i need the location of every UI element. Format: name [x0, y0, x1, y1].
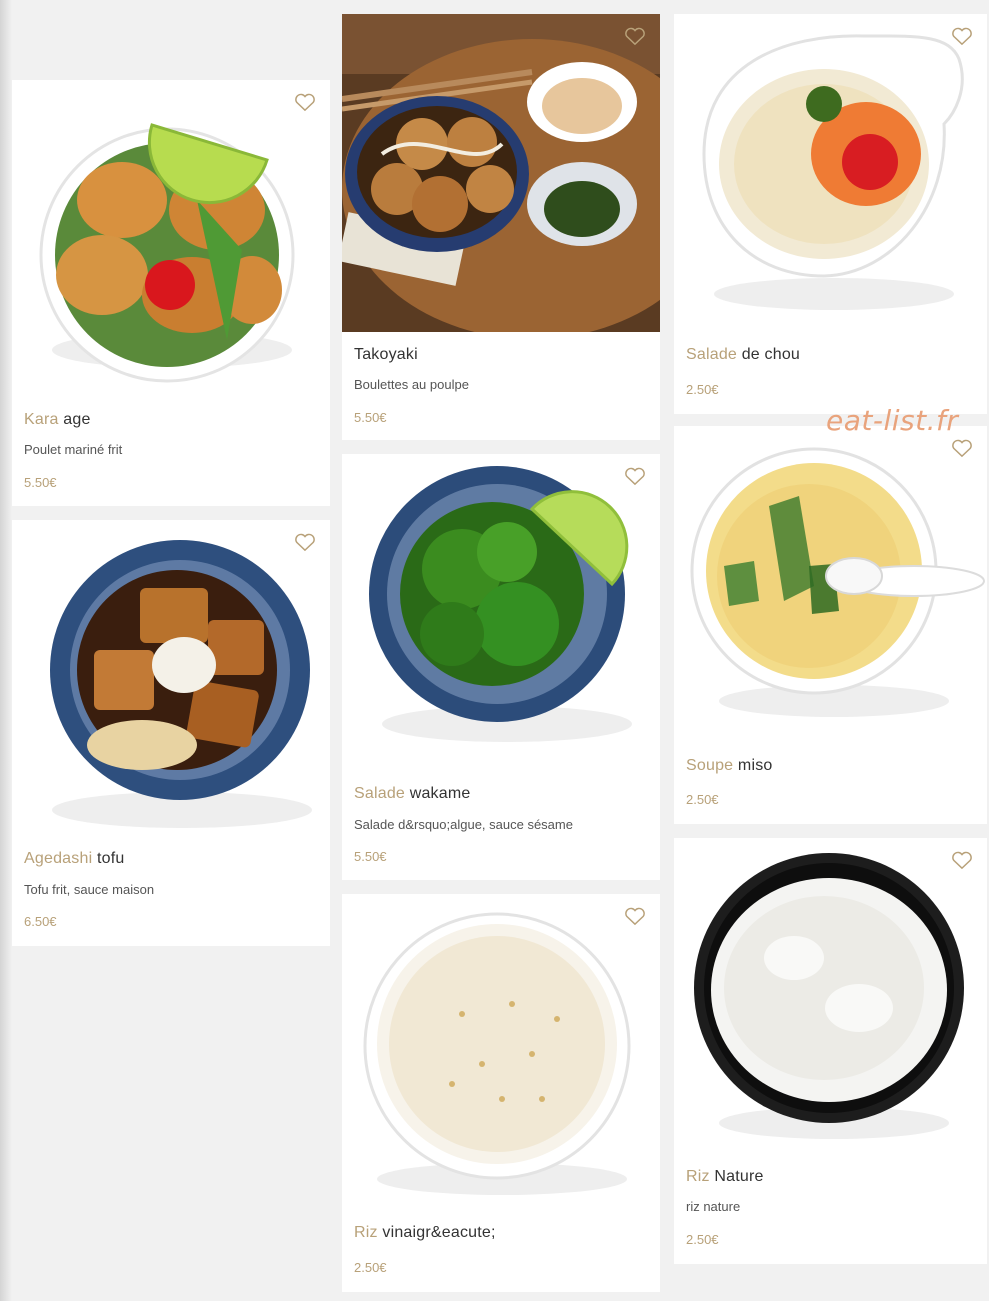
menu-card-salade-de-chou[interactable]: Salade de chou 2.50€ — [674, 14, 987, 414]
page-shadow — [0, 0, 12, 1301]
item-title-name: Takoyaki — [354, 346, 418, 363]
vinegar-rice-photo — [342, 894, 660, 1212]
item-price: 2.50€ — [686, 792, 719, 807]
item-title-name: age — [63, 411, 91, 428]
item-price: 2.50€ — [354, 1260, 387, 1275]
item-title-name: tofu — [96, 850, 125, 867]
menu-card-karaage[interactable]: Kara age Poulet mariné frit 5.50€ — [12, 80, 330, 506]
item-title: Agedashi tofu — [24, 850, 124, 868]
item-title: Soupe miso — [686, 757, 773, 775]
favorite-heart-icon[interactable] — [294, 92, 316, 112]
item-description: Tofu frit, sauce maison — [24, 882, 155, 897]
item-description: Boulettes au poulpe — [354, 377, 469, 392]
item-title: Salade de chou — [686, 346, 800, 364]
item-title-accent: Riz — [686, 1168, 710, 1185]
item-title: Takoyaki — [354, 346, 418, 364]
item-description: Poulet mariné frit — [24, 442, 123, 457]
item-price: 5.50€ — [24, 475, 57, 490]
item-title: Salade wakame — [354, 785, 470, 803]
item-title: Riz vinaigr&eacute; — [354, 1224, 496, 1242]
item-title-name: de chou — [741, 346, 801, 363]
item-price: 2.50€ — [686, 382, 719, 397]
menu-card-takoyaki[interactable]: Takoyaki Boulettes au poulpe 5.50€ — [342, 14, 660, 440]
favorite-heart-icon[interactable] — [951, 438, 973, 458]
favorite-heart-icon[interactable] — [951, 26, 973, 46]
white-rice-photo — [674, 838, 987, 1156]
item-title-accent: Riz — [354, 1224, 378, 1241]
menu-card-riz-nature[interactable]: Riz Nature riz nature 2.50€ — [674, 838, 987, 1264]
menu-card-riz-vinaigre[interactable]: Riz vinaigr&eacute; 2.50€ — [342, 894, 660, 1292]
agedashi-tofu-photo — [12, 520, 330, 838]
favorite-heart-icon[interactable] — [624, 466, 646, 486]
item-title: Riz Nature — [686, 1168, 764, 1186]
item-price: 6.50€ — [24, 914, 57, 929]
wakame-photo — [342, 454, 660, 772]
takoyaki-photo — [342, 14, 660, 332]
item-title: Kara age — [24, 411, 91, 429]
favorite-heart-icon[interactable] — [294, 532, 316, 552]
item-price: 2.50€ — [686, 1232, 719, 1247]
watermark: eat-list.fr — [826, 404, 959, 437]
item-title-name: wakame — [409, 785, 471, 802]
menu-card-agedashi-tofu[interactable]: Agedashi tofu Tofu frit, sauce maison 6.… — [12, 520, 330, 946]
item-title-name: Nature — [714, 1168, 764, 1185]
favorite-heart-icon[interactable] — [624, 906, 646, 926]
item-price: 5.50€ — [354, 410, 387, 425]
item-description: Salade d&rsquo;algue, sauce sésame — [354, 817, 573, 832]
item-title-name: miso — [737, 757, 773, 774]
item-title-accent: Soupe — [686, 757, 734, 774]
item-price: 5.50€ — [354, 849, 387, 864]
favorite-heart-icon[interactable] — [951, 850, 973, 870]
miso-soup-photo — [674, 426, 987, 744]
item-description: riz nature — [686, 1199, 741, 1214]
menu-card-soupe-miso[interactable]: Soupe miso 2.50€ — [674, 426, 987, 824]
menu-card-salade-wakame[interactable]: Salade wakame Salade d&rsquo;algue, sauc… — [342, 454, 660, 880]
item-title-accent: Kara — [24, 411, 59, 428]
item-title-accent: Agedashi — [24, 850, 93, 867]
item-title-accent: Salade — [686, 346, 738, 363]
item-title-name: vinaigr&eacute; — [382, 1224, 496, 1241]
item-title-accent: Salade — [354, 785, 406, 802]
cabbage-salad-photo — [674, 14, 987, 332]
favorite-heart-icon[interactable] — [624, 26, 646, 46]
karaage-photo — [12, 80, 330, 398]
